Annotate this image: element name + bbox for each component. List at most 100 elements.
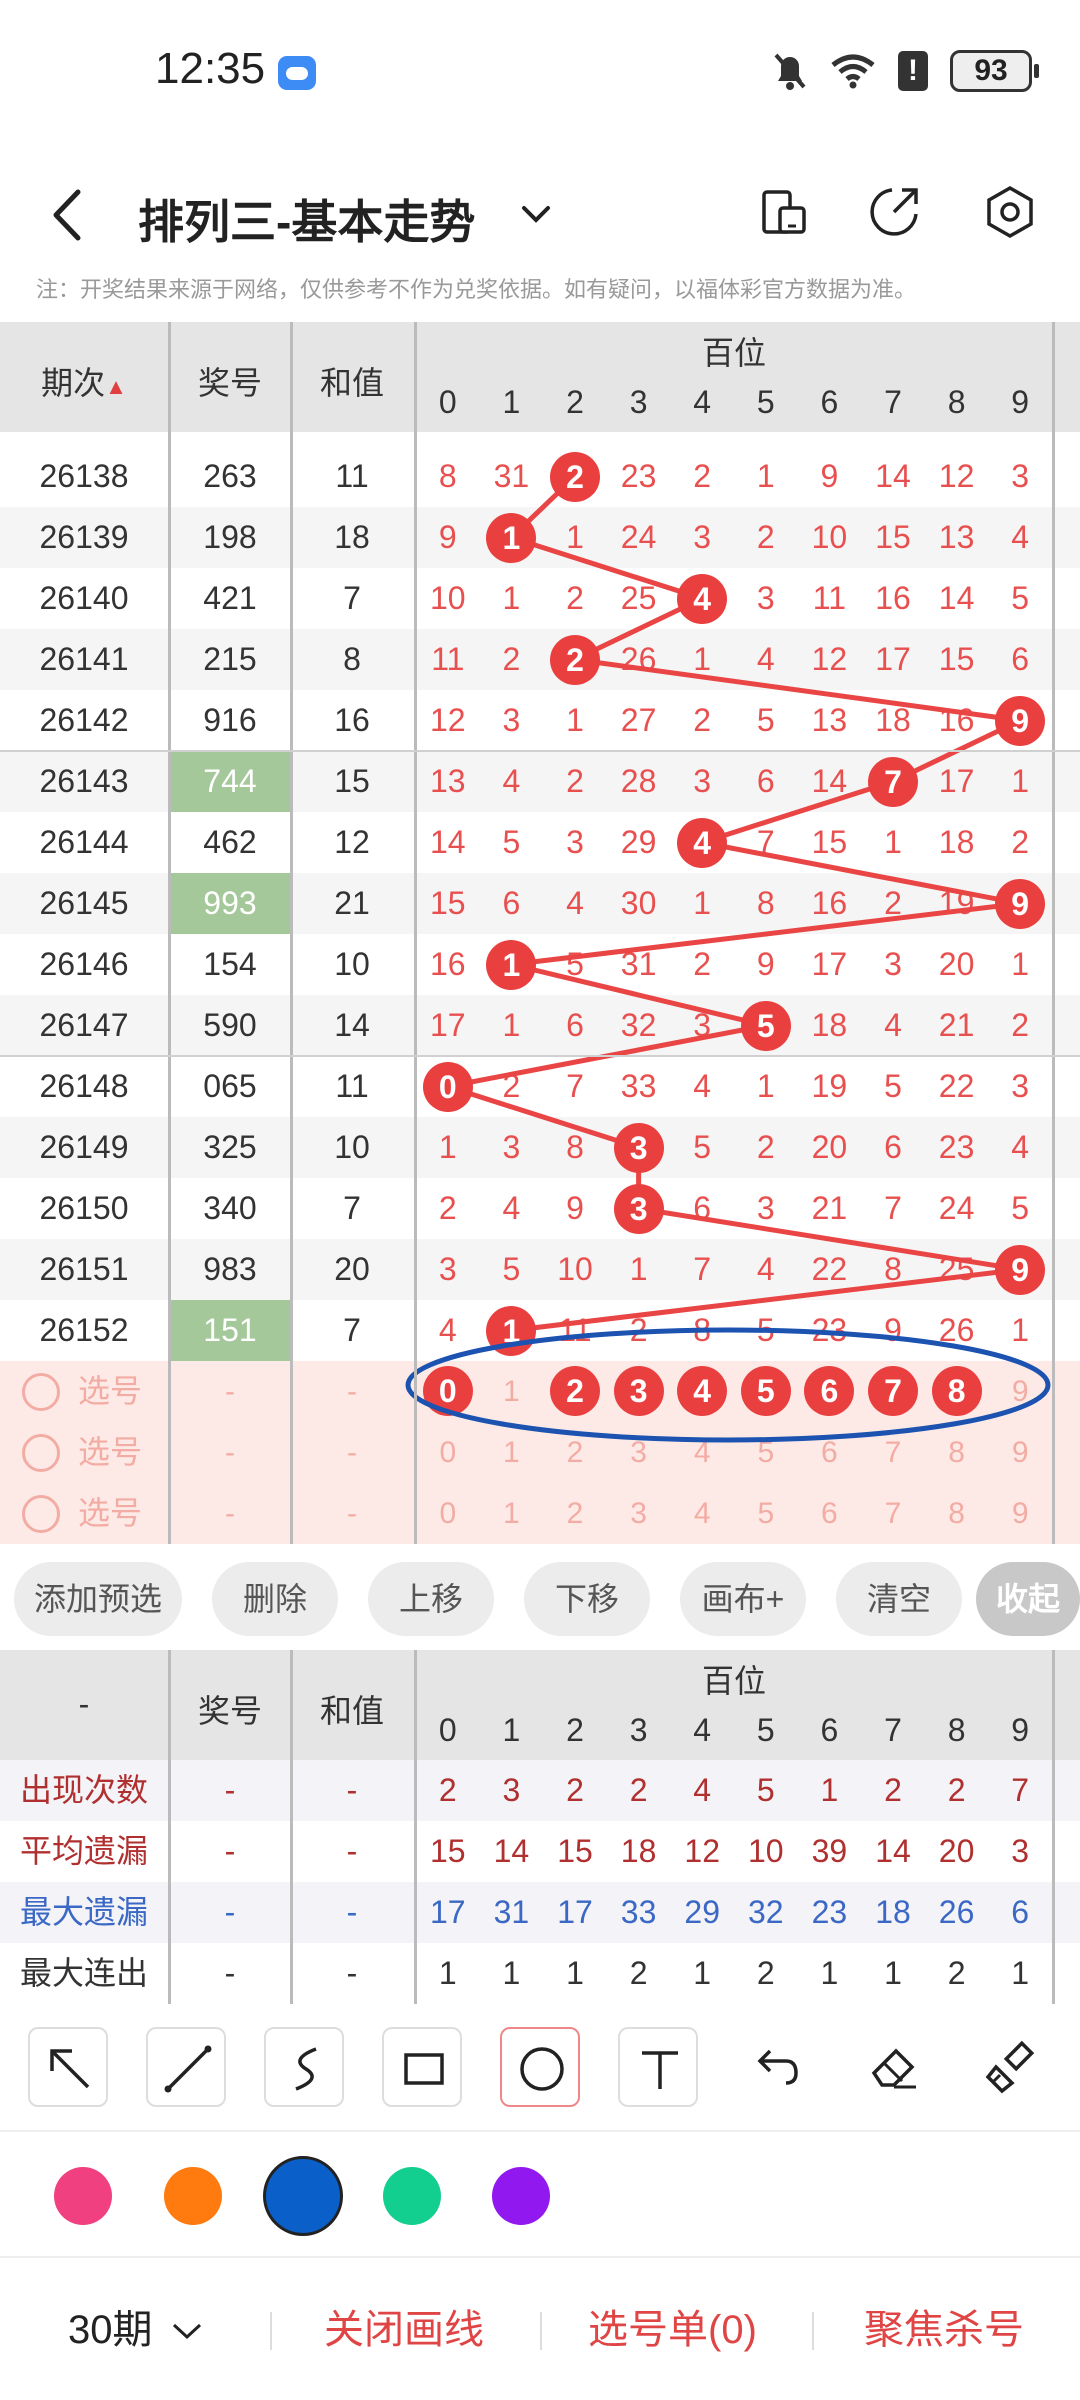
miss-cell: 10 bbox=[811, 519, 848, 555]
pick-digit[interactable]: 5 bbox=[734, 1483, 798, 1544]
chevron-down-icon[interactable] bbox=[516, 194, 556, 234]
col-issue-header[interactable]: 期次▲ bbox=[0, 358, 168, 404]
stats-row: 出现次数 - - 2 3 2 2 4 5 1 2 2 7 bbox=[0, 1760, 1080, 1821]
pick-digit[interactable]: 9 bbox=[988, 1361, 1052, 1422]
miss-cell: 4 bbox=[693, 1068, 712, 1104]
stats-value: 20 bbox=[938, 1833, 975, 1869]
page-title[interactable]: 排列三-基本走势 bbox=[138, 186, 475, 252]
col-sum-header: 和值 bbox=[319, 365, 384, 401]
pick-ball-selected[interactable]: 8 bbox=[931, 1366, 982, 1416]
miss-cell: 1 bbox=[566, 702, 584, 738]
pick-digit[interactable]: 7 bbox=[861, 1422, 925, 1483]
miss-cell: 31 bbox=[493, 458, 530, 494]
curve-tool-icon[interactable] bbox=[264, 2027, 344, 2107]
stats-value: 1 bbox=[1011, 1955, 1030, 1991]
pick-digit[interactable]: 3 bbox=[607, 1483, 671, 1544]
arrow-tool-icon[interactable] bbox=[28, 2027, 108, 2107]
line-tool-icon[interactable] bbox=[146, 2027, 226, 2107]
pick-row[interactable]: 选号 - - 0 1 2 3 4 5 6 7 8 9 bbox=[0, 1483, 1080, 1544]
pick-digit[interactable]: 9 bbox=[988, 1422, 1052, 1483]
settings-icon[interactable] bbox=[978, 180, 1042, 244]
pick-ball-selected[interactable]: 2 bbox=[550, 1366, 600, 1416]
stats-value: 1 bbox=[820, 1772, 839, 1808]
pick-digit[interactable]: 5 bbox=[734, 1422, 798, 1483]
miss-cell: 29 bbox=[620, 824, 657, 860]
pick-ball-selected[interactable]: 4 bbox=[677, 1366, 728, 1416]
pick-digit[interactable]: 8 bbox=[925, 1483, 989, 1544]
digit-header: 1 bbox=[502, 1712, 521, 1748]
undo-icon[interactable] bbox=[736, 2027, 816, 2107]
stats-value: 2 bbox=[947, 1955, 966, 1991]
pick-digit[interactable]: 1 bbox=[480, 1483, 544, 1544]
delete-button[interactable]: 删除 bbox=[212, 1562, 338, 1636]
pick-digit[interactable]: 4 bbox=[670, 1483, 734, 1544]
miss-cell: 9 bbox=[884, 1312, 902, 1348]
sort-icon[interactable]: ▲ bbox=[105, 374, 127, 399]
pick-ball-selected[interactable]: 7 bbox=[868, 1366, 918, 1416]
digit-header: 8 bbox=[947, 1712, 966, 1748]
stats-label: 出现次数 bbox=[19, 1772, 148, 1808]
pick-digit[interactable]: 2 bbox=[543, 1422, 607, 1483]
pick-ball-selected[interactable]: 6 bbox=[804, 1366, 855, 1416]
brush-clear-icon[interactable] bbox=[972, 2027, 1052, 2107]
pick-digit[interactable]: 0 bbox=[416, 1483, 480, 1544]
pick-radio[interactable] bbox=[22, 1434, 60, 1472]
stats-value: 1 bbox=[566, 1955, 584, 1991]
color-palette bbox=[0, 2130, 1080, 2258]
miss-cell: 17 bbox=[430, 1007, 466, 1043]
back-arrow-icon[interactable] bbox=[40, 180, 100, 250]
circle-tool-icon[interactable] bbox=[500, 2027, 580, 2107]
pick-ball-selected[interactable]: 0 bbox=[422, 1366, 473, 1416]
clear-button[interactable]: 清空 bbox=[836, 1562, 962, 1636]
pick-row[interactable]: 选号 - - 0 1 2 3 4 5 6 7 8 9 bbox=[0, 1422, 1080, 1483]
pick-digit[interactable]: 8 bbox=[925, 1422, 989, 1483]
move-down-button[interactable]: 下移 bbox=[524, 1562, 650, 1636]
color-swatch[interactable] bbox=[383, 2167, 441, 2225]
pick-digit[interactable]: 0 bbox=[416, 1422, 480, 1483]
eraser-icon[interactable] bbox=[854, 2027, 934, 2107]
color-swatch[interactable] bbox=[164, 2167, 222, 2225]
miss-cell: 14 bbox=[430, 824, 466, 860]
add-preset-button[interactable]: 添加预选 bbox=[14, 1562, 182, 1636]
pick-ball-selected[interactable]: 3 bbox=[613, 1366, 664, 1416]
collapse-button[interactable]: 收起 bbox=[976, 1562, 1080, 1636]
text-tool-icon[interactable] bbox=[618, 2027, 698, 2107]
color-swatch[interactable] bbox=[492, 2167, 550, 2225]
stats-row: 最大遗漏 - - 17 31 17 33 29 32 23 18 26 6 bbox=[0, 1882, 1080, 1943]
pick-digit[interactable]: 2 bbox=[543, 1483, 607, 1544]
pick-row[interactable]: 选号 - - 0 1 2 3 4 5 6 7 8 9 bbox=[0, 1361, 1080, 1422]
miss-cell: 3 bbox=[756, 580, 775, 616]
pick-digit[interactable]: 9 bbox=[988, 1483, 1052, 1544]
pick-digit[interactable]: 6 bbox=[798, 1422, 862, 1483]
pick-digit[interactable]: 4 bbox=[670, 1422, 734, 1483]
hit-ball: 2 bbox=[550, 634, 600, 685]
miss-cell: 14 bbox=[938, 580, 975, 616]
pick-digit[interactable]: 3 bbox=[607, 1422, 671, 1483]
pick-ball-selected[interactable]: 5 bbox=[740, 1366, 791, 1416]
phone-layout-icon[interactable] bbox=[752, 180, 816, 244]
period-selector[interactable]: 30期 bbox=[68, 2260, 204, 2400]
miss-cell: 7 bbox=[884, 1190, 902, 1226]
hit-ball: 1 bbox=[486, 1305, 537, 1356]
rectangle-tool-icon[interactable] bbox=[382, 2027, 462, 2107]
table-header: 期次▲ 奖号 和值 百位 0 1 2 3 4 5 6 7 8 9 bbox=[0, 322, 1080, 432]
pick-radio[interactable] bbox=[22, 1495, 60, 1533]
pick-digit[interactable]: 1 bbox=[480, 1361, 544, 1422]
pick-list-button[interactable]: 选号单(0) bbox=[588, 2260, 757, 2400]
prize-cell: 340 bbox=[203, 1190, 257, 1226]
color-swatch[interactable] bbox=[54, 2167, 112, 2225]
focus-kill-button[interactable]: 聚焦杀号 bbox=[864, 2260, 1024, 2400]
share-icon[interactable] bbox=[862, 180, 926, 244]
miss-cell: 10 bbox=[557, 1251, 593, 1287]
canvas-plus-button[interactable]: 画布+ bbox=[680, 1562, 806, 1636]
pick-digit[interactable]: 6 bbox=[798, 1483, 862, 1544]
pick-radio[interactable] bbox=[22, 1373, 60, 1411]
pick-digit[interactable]: 7 bbox=[861, 1483, 925, 1544]
close-line-button[interactable]: 关闭画线 bbox=[324, 2260, 484, 2400]
pick-digit[interactable]: 1 bbox=[480, 1422, 544, 1483]
move-up-button[interactable]: 上移 bbox=[368, 1562, 494, 1636]
table-row: 26148 065 11 2 7 33 4 1 19 5 22 3 bbox=[0, 1056, 1080, 1117]
digit-header: 6 bbox=[820, 384, 839, 420]
color-swatch[interactable] bbox=[263, 2156, 343, 2236]
miss-cell: 16 bbox=[938, 702, 975, 738]
